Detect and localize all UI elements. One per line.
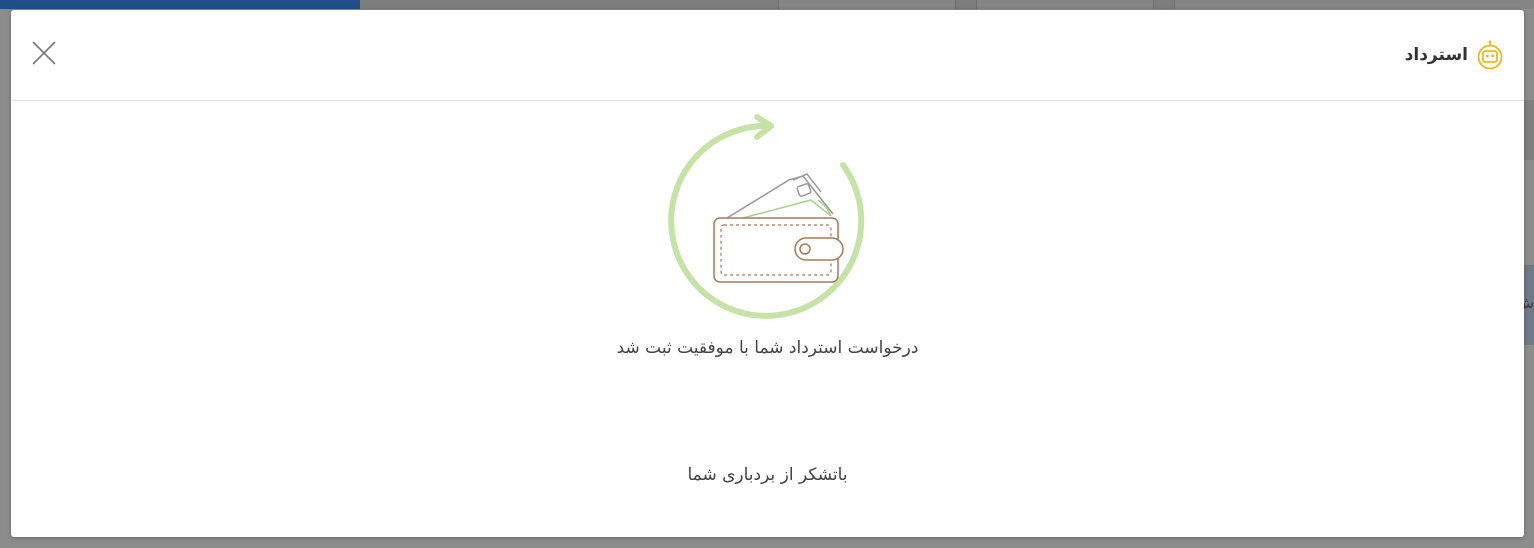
thanks-message: باتشکر از بردباری شما [687, 465, 848, 485]
refund-robot-icon [1477, 40, 1503, 70]
success-message: درخواست استرداد شما با موفقیت ثبت شد [616, 338, 919, 358]
background-tab [1174, 0, 1534, 9]
wallet-refund-icon [668, 114, 865, 319]
background-tab [778, 0, 956, 9]
close-button[interactable] [31, 40, 57, 66]
modal-title-text: استرداد [1404, 45, 1468, 65]
background-header-blue [0, 0, 360, 9]
background-band [1524, 100, 1534, 160]
modal-header: استرداد [11, 10, 1524, 101]
refund-modal: استرداد درخواست استرداد شما با موفقیت ثب… [11, 10, 1524, 537]
background-tab [976, 0, 1154, 9]
close-icon [32, 41, 56, 65]
modal-title: استرداد [1405, 40, 1504, 70]
